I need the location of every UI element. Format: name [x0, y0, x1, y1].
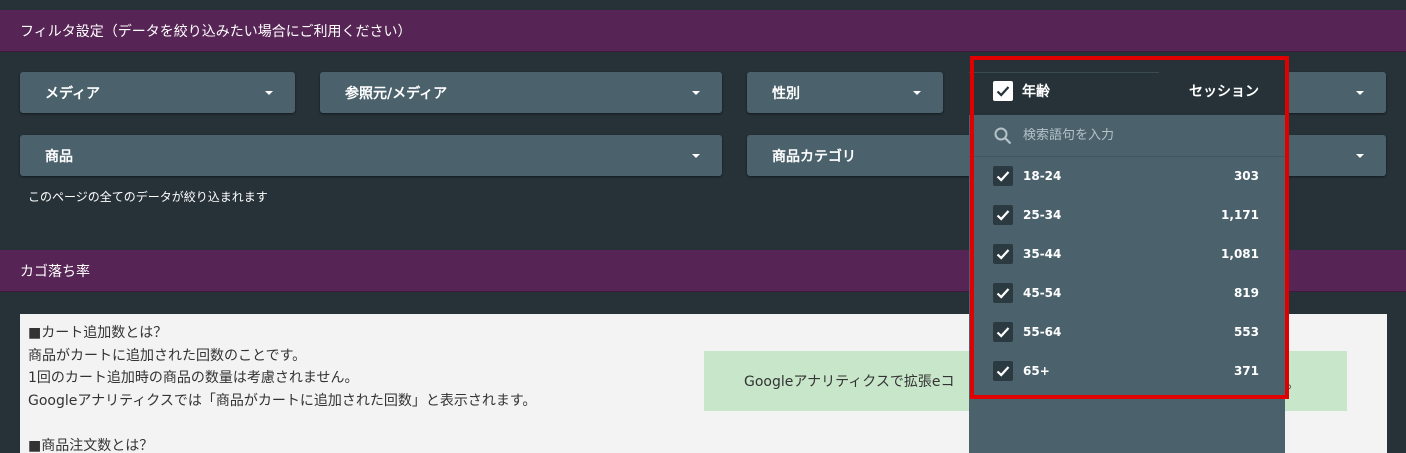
option-count: 1,081: [1221, 246, 1259, 261]
option-count: 553: [1233, 324, 1259, 339]
product-category-dropdown-label: 商品カテゴリ: [772, 148, 856, 165]
filter-note: このページの全てのデータが絞り込まれます: [28, 190, 268, 204]
option-count: 1,171: [1221, 207, 1259, 222]
option-label: 55-64: [1023, 324, 1062, 339]
option-label: 45-54: [1023, 285, 1062, 300]
product-dropdown-label: 商品: [45, 148, 73, 165]
content-text: ■カート追加数とは？ 商品がカートに追加された回数のことです。 1回のカート追加…: [28, 322, 536, 453]
info-box-tail: 。: [1286, 376, 1300, 392]
content-line: 商品がカートに追加された回数のことです。: [28, 347, 307, 364]
extra-dropdown-1[interactable]: [1275, 72, 1386, 113]
check-icon: [996, 248, 1010, 260]
top-strip: [0, 0, 1406, 10]
media-dropdown[interactable]: メディア: [20, 72, 295, 113]
search-row: [969, 115, 1285, 157]
chevron-down-icon: [692, 153, 700, 158]
check-icon: [996, 326, 1010, 338]
search-icon: [994, 127, 1012, 144]
referrer-media-dropdown-label: 参照元/メディア: [345, 85, 448, 102]
option-checkbox[interactable]: [993, 282, 1013, 303]
check-icon: [996, 365, 1010, 377]
product-category-dropdown[interactable]: 商品カテゴリ: [747, 135, 987, 176]
extra-dropdown-2[interactable]: [1275, 135, 1386, 176]
gender-dropdown[interactable]: 性別: [747, 72, 943, 113]
filter-section-header: フィルタ設定（データを絞り込みたい場合にご利用ください）: [0, 10, 1406, 52]
product-dropdown[interactable]: 商品: [20, 135, 722, 176]
select-all-checkbox[interactable]: [993, 80, 1013, 101]
age-option-55-64[interactable]: 55-64 553: [969, 312, 1285, 351]
chevron-down-icon: [1356, 90, 1364, 95]
option-count: 819: [1233, 285, 1259, 300]
age-dropdown-panel: 年齢 セッション 18-24 303 25-34 1,171 35-44 1,0…: [969, 66, 1285, 453]
cart-section-title: カゴ落ち率: [20, 263, 90, 280]
chevron-down-icon: [692, 90, 700, 95]
content-line: ■商品注文数とは？: [28, 437, 154, 453]
age-option-18-24[interactable]: 18-24 303: [969, 156, 1285, 195]
content-line: [28, 412, 536, 435]
option-count: 371: [1233, 363, 1259, 378]
age-option-65-plus[interactable]: 65+ 371: [969, 351, 1285, 390]
option-label: 18-24: [1023, 168, 1062, 183]
referrer-media-dropdown[interactable]: 参照元/メディア: [320, 72, 722, 113]
chevron-down-icon: [265, 90, 273, 95]
option-checkbox[interactable]: [993, 165, 1013, 186]
divider: [969, 72, 1159, 73]
content-line: Googleアナリティクスでは「商品がカートに追加された回数」と表示されます。: [28, 392, 537, 409]
option-checkbox[interactable]: [993, 204, 1013, 225]
option-count: 303: [1233, 168, 1259, 183]
info-box-text: Googleアナリティクスで拡張eコ: [744, 374, 955, 390]
option-label: 35-44: [1023, 246, 1062, 261]
media-dropdown-label: メディア: [45, 85, 101, 102]
session-metric-label: セッション: [1189, 83, 1259, 100]
search-input[interactable]: [1023, 128, 1263, 143]
content-line: ■カート追加数とは？: [28, 325, 168, 341]
option-checkbox[interactable]: [993, 321, 1013, 342]
check-icon: [996, 287, 1010, 299]
age-option-35-44[interactable]: 35-44 1,081: [969, 234, 1285, 273]
check-icon: [996, 85, 1010, 97]
chevron-down-icon: [1356, 153, 1364, 158]
check-icon: [996, 170, 1010, 182]
gender-dropdown-label: 性別: [772, 85, 800, 102]
option-checkbox[interactable]: [993, 243, 1013, 264]
check-icon: [996, 209, 1010, 221]
age-option-25-34[interactable]: 25-34 1,171: [969, 195, 1285, 234]
content-line: 1回のカート追加時の商品の数量は考慮されません。: [28, 370, 359, 386]
chevron-down-icon: [913, 90, 921, 95]
option-checkbox[interactable]: [993, 360, 1013, 381]
filter-section-title: フィルタ設定（データを絞り込みたい場合にご利用ください）: [20, 23, 412, 40]
age-dropdown-label: 年齢: [1022, 83, 1050, 100]
option-label: 25-34: [1023, 207, 1062, 222]
option-label: 65+: [1023, 363, 1050, 378]
age-option-45-54[interactable]: 45-54 819: [969, 273, 1285, 312]
age-dropdown-header[interactable]: 年齢 セッション: [969, 66, 1285, 115]
